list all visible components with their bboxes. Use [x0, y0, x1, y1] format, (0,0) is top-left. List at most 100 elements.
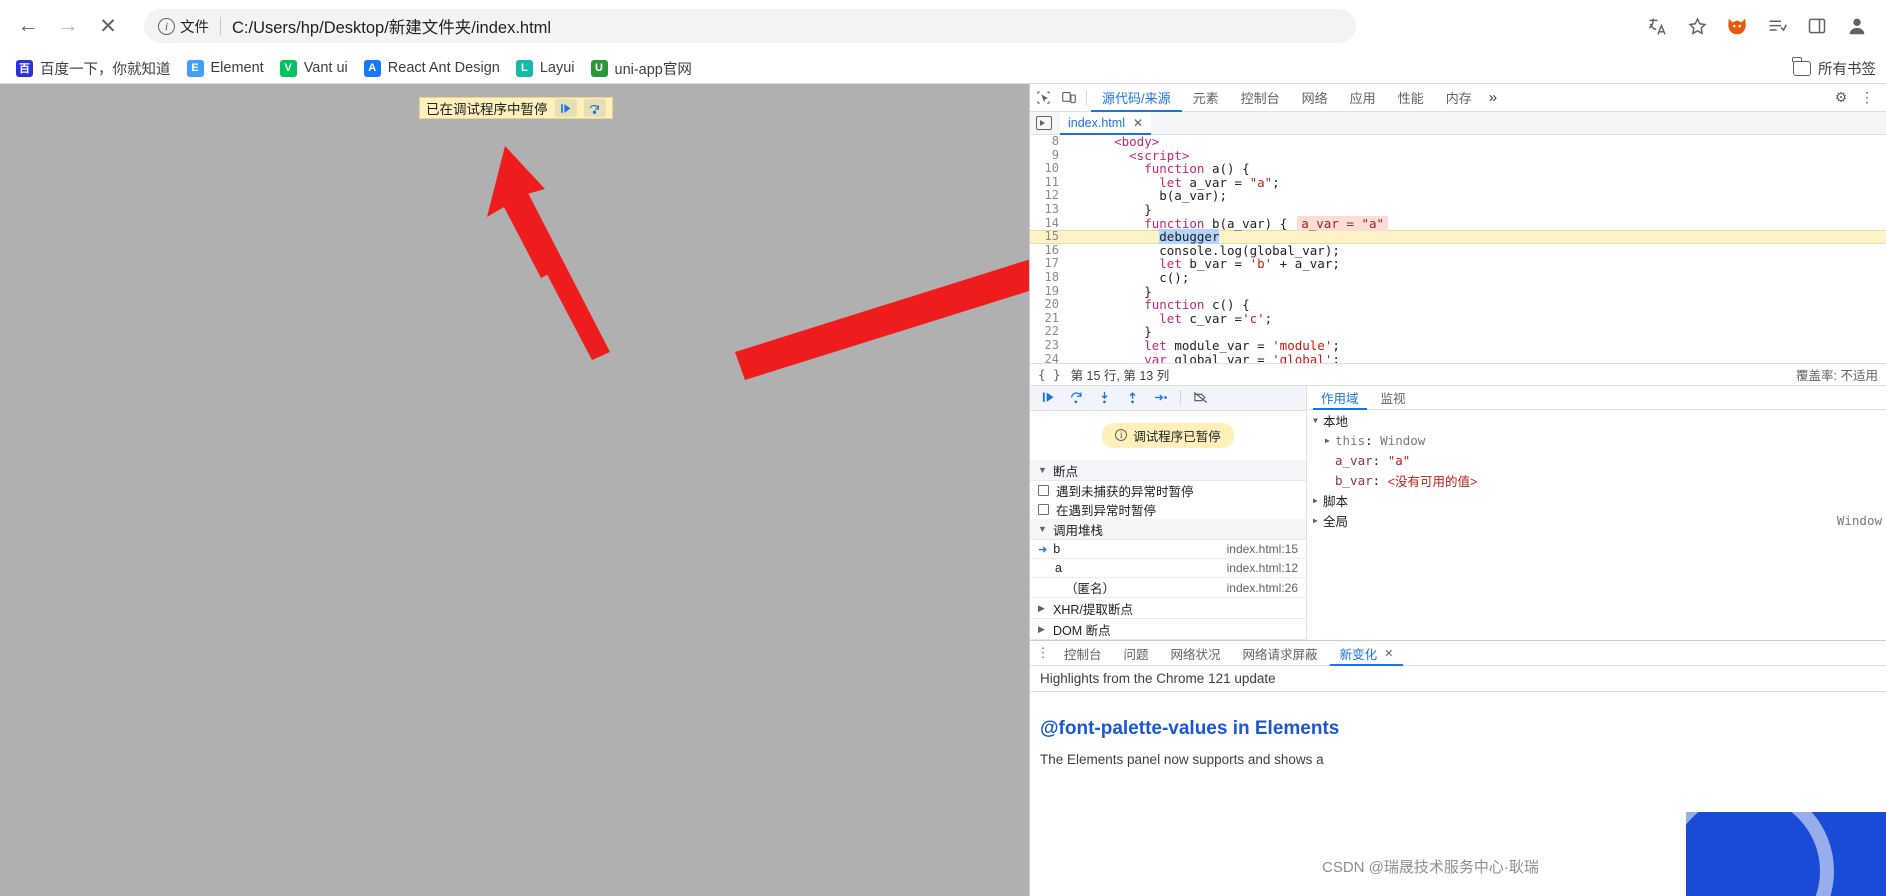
code-line[interactable]: 17 let b_var = 'b' + a_var; [1030, 257, 1886, 271]
tab-elements[interactable]: 元素 [1182, 84, 1230, 112]
call-stack-frame[interactable]: （匿名） index.html:26 [1030, 578, 1306, 599]
pretty-print-icon[interactable]: { } [1038, 367, 1061, 382]
all-bookmarks-button[interactable]: 所有书签 [1792, 57, 1886, 79]
scope-row-a-var[interactable]: a_var : "a" [1307, 450, 1886, 470]
deactivate-breakpoints-button[interactable] [1188, 387, 1213, 409]
device-toolbar-icon[interactable] [1056, 85, 1082, 111]
step-into-button[interactable] [1092, 387, 1117, 409]
bookmark-item[interactable]: E Element [179, 57, 272, 80]
tab-memory[interactable]: 内存 [1435, 84, 1483, 112]
bookmark-item[interactable]: V Vant ui [272, 57, 356, 80]
code-line[interactable]: 21 let c_var ='c'; [1030, 311, 1886, 326]
close-icon[interactable]: ✕ [1384, 647, 1393, 660]
drawer-tab-issues[interactable]: 问题 [1114, 641, 1159, 666]
code-line[interactable]: 16 console.log(global_var); [1030, 243, 1886, 258]
xhr-breakpoints-section-header[interactable]: ▶ XHR/提取断点 [1030, 598, 1306, 620]
navigator-toggle-icon[interactable] [1036, 116, 1052, 130]
line-number[interactable]: 16 [1030, 243, 1068, 258]
line-number[interactable]: 17 [1030, 257, 1068, 271]
scope-row-this[interactable]: ▶ this : Window [1307, 430, 1886, 450]
code-line-current[interactable]: 15 debugger [1030, 229, 1886, 245]
checkbox-icon[interactable] [1038, 485, 1049, 497]
line-number[interactable]: 13 [1030, 202, 1068, 217]
line-number[interactable]: 10 [1030, 162, 1068, 176]
side-panel-icon[interactable] [1798, 7, 1836, 45]
code-line[interactable]: 23 let module_var = 'module'; [1030, 338, 1886, 353]
call-stack-frame[interactable]: a index.html:12 [1030, 559, 1306, 579]
line-number[interactable]: 22 [1030, 325, 1068, 339]
tab-watch[interactable]: 监视 [1373, 386, 1414, 410]
line-number[interactable]: 9 [1030, 148, 1068, 163]
line-number[interactable]: 24 [1030, 352, 1068, 363]
site-info-icon[interactable]: i [158, 17, 175, 35]
line-number[interactable]: 14 [1030, 216, 1068, 231]
tab-application[interactable]: 应用 [1339, 84, 1387, 112]
breakpoint-option-exceptions[interactable]: 在遇到异常时暂停 [1030, 500, 1306, 519]
stop-loading-icon[interactable]: ✕ [88, 6, 128, 46]
code-line[interactable]: 9 <script> [1030, 148, 1886, 163]
forward-icon[interactable]: → [48, 6, 88, 46]
scope-group-global[interactable]: ▶ 全局 Window [1307, 510, 1886, 530]
line-number[interactable]: 21 [1030, 311, 1068, 326]
checkbox-icon[interactable] [1038, 504, 1049, 516]
bookmark-item[interactable]: U uni-app官网 [583, 55, 700, 82]
code-line[interactable]: 12 b(a_var); [1030, 189, 1886, 203]
code-line[interactable]: 18 c(); [1030, 270, 1886, 285]
drawer-tab-network-request-blocking[interactable]: 网络请求屏蔽 [1233, 641, 1328, 666]
tab-sources[interactable]: 源代码/来源 [1091, 84, 1182, 112]
code-line[interactable]: 8 <body> [1030, 135, 1886, 149]
line-number[interactable]: 15 [1030, 230, 1068, 244]
line-number[interactable]: 23 [1030, 338, 1068, 353]
scope-group-local[interactable]: ▼ 本地 [1307, 410, 1886, 430]
bookmark-star-icon[interactable] [1678, 7, 1716, 45]
tab-console[interactable]: 控制台 [1230, 84, 1291, 112]
profile-avatar-icon[interactable] [1838, 7, 1876, 45]
code-line[interactable]: 22 } [1030, 325, 1886, 339]
breakpoints-section-header[interactable]: ▼ 断点 [1030, 460, 1306, 482]
tab-scope[interactable]: 作用域 [1313, 386, 1367, 410]
code-line[interactable]: 20 function c() { [1030, 298, 1886, 312]
drawer-tab-whats-new[interactable]: 新变化 ✕ [1330, 641, 1404, 666]
resume-script-icon[interactable] [554, 99, 577, 117]
line-number[interactable]: 20 [1030, 298, 1068, 312]
source-code-editor[interactable]: 8 <body> 9 <script> 10 function a() {11 le… [1030, 135, 1886, 363]
line-number[interactable]: 11 [1030, 175, 1068, 190]
line-number[interactable]: 18 [1030, 270, 1068, 285]
extension-fox-icon[interactable] [1718, 7, 1756, 45]
call-stack-section-header[interactable]: ▼ 调用堆栈 [1030, 519, 1306, 541]
breakpoint-option-uncaught[interactable]: 遇到未捕获的异常时暂停 [1030, 481, 1306, 500]
code-line[interactable]: 11 let a_var = "a"; [1030, 175, 1886, 190]
bookmark-item[interactable]: L Layui [508, 57, 583, 80]
line-number[interactable]: 19 [1030, 284, 1068, 299]
line-number[interactable]: 8 [1030, 135, 1068, 149]
drawer-tab-network-conditions[interactable]: 网络状况 [1161, 641, 1231, 666]
step-out-button[interactable] [1120, 387, 1145, 409]
file-tab-index-html[interactable]: index.html ✕ [1060, 111, 1152, 135]
line-number[interactable]: 12 [1030, 189, 1068, 203]
bookmark-item[interactable]: A React Ant Design [356, 57, 508, 80]
code-line[interactable]: 14 function b(a_var) {a_var = "a" [1030, 215, 1886, 231]
drawer-kebab-icon[interactable]: ⋮ [1034, 645, 1052, 661]
scope-group-script[interactable]: ▶ 脚本 [1307, 490, 1886, 510]
code-line[interactable]: 10 function a() { [1030, 162, 1886, 176]
more-tabs-icon[interactable]: » [1483, 84, 1503, 112]
scope-row-b-var[interactable]: b_var : <没有可用的值> [1307, 470, 1886, 490]
code-line[interactable]: 24 var global_var = 'global'; [1030, 352, 1886, 363]
step-over-button[interactable] [1064, 387, 1089, 409]
gear-icon[interactable]: ⚙ [1828, 85, 1854, 111]
back-icon[interactable]: ← [8, 6, 48, 46]
dom-breakpoints-section-header[interactable]: ▶ DOM 断点 [1030, 619, 1306, 641]
bookmark-item[interactable]: 百 百度一下，你就知道 [8, 55, 179, 82]
call-stack-frame[interactable]: ➜ b index.html:15 [1030, 540, 1306, 560]
step-button[interactable] [1148, 387, 1173, 409]
close-icon[interactable]: ✕ [1133, 116, 1143, 130]
step-over-icon[interactable] [583, 99, 606, 117]
code-line[interactable]: 19 } [1030, 284, 1886, 299]
devtools-kebab-icon[interactable]: ⋮ [1854, 85, 1880, 111]
address-bar[interactable]: i 文件 C:/Users/hp/Desktop/新建文件夹/index.htm… [144, 9, 1356, 43]
code-line[interactable]: 13 } [1030, 202, 1886, 217]
inspect-element-icon[interactable] [1030, 85, 1056, 111]
whats-new-headline[interactable]: @font-palette-values in Elements [1040, 718, 1876, 740]
reading-list-icon[interactable] [1758, 7, 1796, 45]
drawer-tab-console[interactable]: 控制台 [1054, 641, 1112, 666]
